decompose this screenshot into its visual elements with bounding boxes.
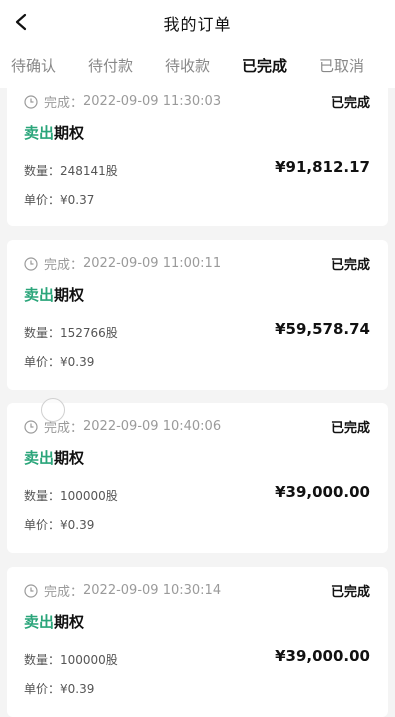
order-type: 卖出期权 [24, 122, 84, 143]
order-product: 期权 [54, 613, 85, 631]
order-side: 卖出 [24, 449, 55, 467]
order-quantity: 数量：100000股 [24, 653, 118, 667]
order-card[interactable]: 完成： 2022-09-09 10:40:06 已完成 卖出期权 数量：1000… [7, 403, 388, 553]
order-unit-price: 单价：¥0.37 [24, 193, 95, 207]
order-time: 2022-09-09 10:30:14 [83, 583, 222, 598]
order-card[interactable]: 完成： 2022-09-09 10:30:14 已完成 卖出期权 数量：1000… [7, 567, 388, 717]
order-time: 2022-09-09 10:40:06 [83, 419, 222, 434]
order-amount: ¥39,000.00 [275, 647, 370, 665]
order-unit-price: 单价：¥0.39 [24, 518, 95, 532]
clock-icon [24, 419, 38, 434]
order-amount: ¥59,578.74 [275, 320, 370, 338]
order-type: 卖出期权 [24, 611, 84, 632]
time-prefix: 完成： [44, 585, 84, 600]
order-amount: ¥39,000.00 [275, 483, 370, 501]
clock-icon [24, 94, 38, 109]
order-amount: ¥91,812.17 [275, 158, 370, 176]
order-status: 已完成 [330, 258, 370, 273]
order-side: 卖出 [24, 124, 55, 142]
order-unit-price: 单价：¥0.39 [24, 355, 95, 369]
order-type: 卖出期权 [24, 447, 84, 468]
header-bar: 我的订单 [0, 0, 395, 44]
order-side: 卖出 [24, 613, 55, 631]
clock-icon [24, 583, 38, 598]
order-type: 卖出期权 [24, 284, 84, 305]
order-status: 已完成 [330, 96, 370, 111]
order-status: 已完成 [330, 585, 370, 600]
order-status: 已完成 [330, 421, 370, 436]
time-prefix: 完成： [44, 258, 84, 273]
order-quantity: 数量：152766股 [24, 326, 118, 340]
time-prefix: 完成： [44, 96, 84, 111]
order-product: 期权 [54, 124, 85, 142]
order-time-row: 完成： 2022-09-09 11:30:03 [24, 92, 221, 111]
order-card[interactable]: 完成： 2022-09-09 11:00:11 已完成 卖出期权 数量：1527… [7, 240, 388, 390]
page-title: 我的订单 [163, 15, 232, 34]
loading-spinner-icon [41, 398, 65, 422]
order-time: 2022-09-09 11:00:11 [83, 256, 222, 271]
order-product: 期权 [54, 286, 85, 304]
order-quantity: 数量：248141股 [24, 164, 118, 178]
order-product: 期权 [54, 449, 85, 467]
clock-icon [24, 256, 38, 271]
order-quantity: 数量：100000股 [24, 489, 118, 503]
order-time: 2022-09-09 11:30:03 [83, 94, 222, 109]
order-side: 卖出 [24, 286, 55, 304]
order-unit-price: 单价：¥0.39 [24, 682, 95, 696]
order-time-row: 完成： 2022-09-09 11:00:11 [24, 254, 221, 273]
order-card[interactable]: 完成： 2022-09-09 11:30:03 已完成 卖出期权 数量：2481… [7, 78, 388, 226]
order-time-row: 完成： 2022-09-09 10:30:14 [24, 581, 221, 600]
